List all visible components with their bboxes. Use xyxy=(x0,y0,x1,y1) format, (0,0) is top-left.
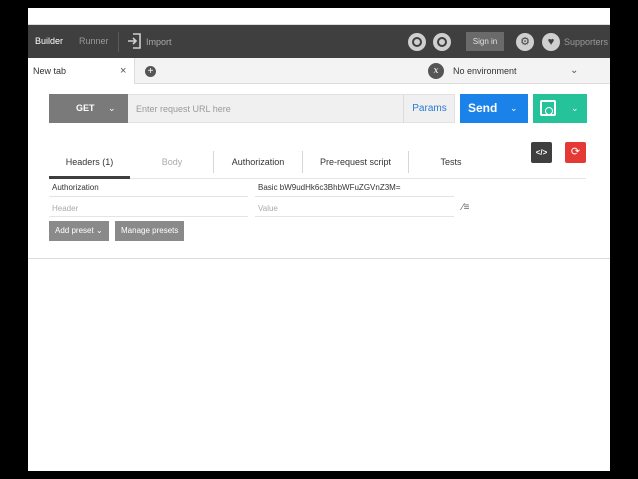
tab-headers[interactable]: Headers (1) xyxy=(49,144,130,179)
manage-presets-button[interactable]: Manage presets xyxy=(115,221,185,241)
tab-tests[interactable]: Tests xyxy=(409,144,493,179)
tab-new-tab[interactable]: New tab × xyxy=(28,58,135,84)
chevron-down-icon: ⌄ xyxy=(95,226,103,235)
tab-label: New tab xyxy=(33,66,67,76)
tab-body[interactable]: Body xyxy=(137,144,207,179)
header-key[interactable]: Authorization xyxy=(52,183,99,192)
tab-authorization[interactable]: Authorization xyxy=(214,144,302,179)
window-top-strip xyxy=(28,8,610,25)
send-button[interactable]: Send ⌄ xyxy=(460,94,528,123)
request-tabs: Headers (1) Body Authorization Pre-reque… xyxy=(49,144,586,179)
row-divider xyxy=(255,196,454,197)
import-button[interactable]: Import xyxy=(127,25,172,58)
params-button[interactable]: Params xyxy=(403,94,455,123)
tab-pre-request-script[interactable]: Pre-request script xyxy=(303,144,408,179)
wrench-icon[interactable]: ⚙ xyxy=(516,33,534,51)
environment-icon: x xyxy=(428,63,444,79)
chevron-down-icon: ⌄ xyxy=(570,65,579,76)
sync-icon[interactable] xyxy=(408,33,426,51)
chevron-down-icon: ⌄ xyxy=(108,103,116,113)
add-preset-label: Add preset xyxy=(55,226,94,235)
header-bar: Builder Runner Import Sign in ⚙ ♥ Suppor… xyxy=(28,25,610,58)
supporters-label: Supporters xyxy=(564,36,609,47)
chevron-down-icon[interactable]: ⌄ xyxy=(510,94,518,123)
save-button[interactable]: ⌄ xyxy=(533,94,587,123)
refresh-icon[interactable]: ⟳ xyxy=(565,142,586,163)
add-preset-button[interactable]: Add preset ⌄ xyxy=(49,221,109,241)
header-value-input[interactable] xyxy=(258,202,448,214)
method-selector[interactable]: GET ⌄ xyxy=(49,94,128,123)
row-divider xyxy=(49,196,248,197)
tab-bar: New tab × + x No environment ⌄ xyxy=(28,58,610,84)
environment-label: No environment xyxy=(453,66,517,76)
header-key-input[interactable] xyxy=(52,202,242,214)
import-label: Import xyxy=(146,36,172,47)
supporters-link[interactable]: ♥ Supporters xyxy=(542,25,608,58)
interceptor-icon[interactable] xyxy=(433,33,451,51)
section-divider xyxy=(28,258,610,259)
close-icon[interactable]: × xyxy=(120,58,126,84)
row-divider xyxy=(49,216,248,217)
header-value[interactable]: Basic bW9udHk6c3BhbWFuZGVnZ3M= xyxy=(258,183,401,192)
bulk-edit-icon[interactable]: ∕≡ xyxy=(462,202,470,213)
runner-tab[interactable]: Runner xyxy=(79,25,109,58)
environment-selector[interactable]: x No environment ⌄ xyxy=(428,62,588,80)
builder-tab[interactable]: Builder xyxy=(35,25,63,58)
chevron-down-icon[interactable]: ⌄ xyxy=(571,94,579,123)
method-label: GET xyxy=(76,103,95,113)
import-icon xyxy=(127,32,141,51)
send-label: Send xyxy=(468,101,498,115)
sign-in-button[interactable]: Sign in xyxy=(466,32,504,51)
save-icon xyxy=(540,100,556,116)
heart-icon: ♥ xyxy=(542,32,560,51)
header-divider xyxy=(118,32,119,52)
add-tab-icon[interactable]: + xyxy=(145,66,156,77)
row-divider xyxy=(255,216,454,217)
code-icon[interactable]: </> xyxy=(531,142,552,163)
app-window: Builder Runner Import Sign in ⚙ ♥ Suppor… xyxy=(28,8,610,471)
